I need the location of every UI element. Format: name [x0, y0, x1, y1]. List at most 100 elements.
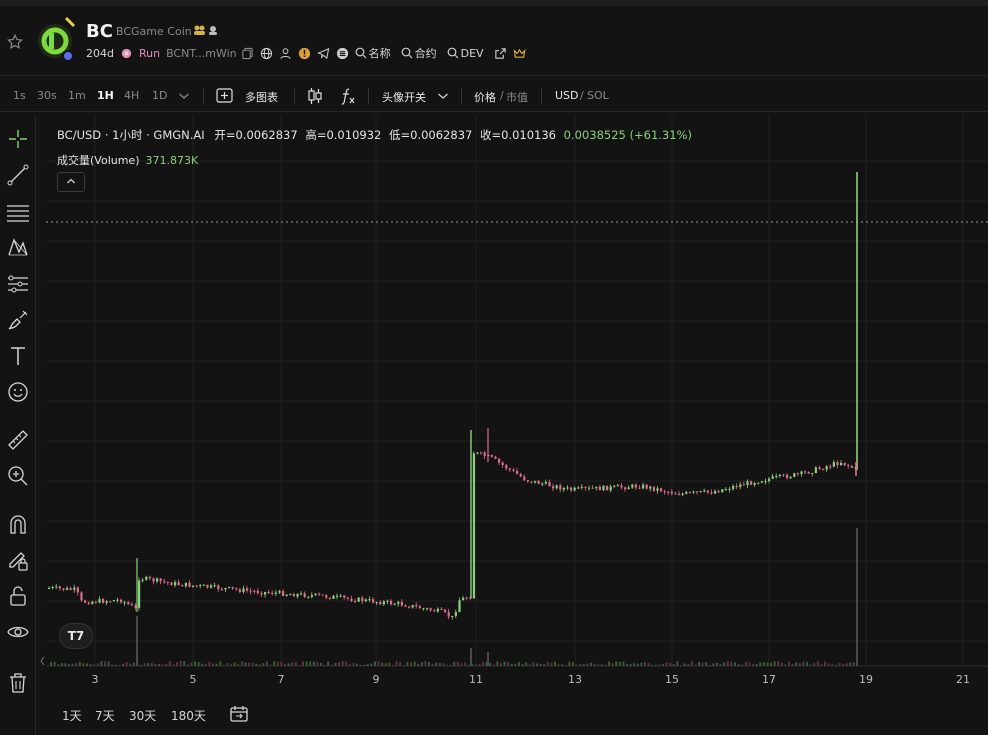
candle-body [102, 598, 105, 603]
crown-icon[interactable] [513, 47, 526, 60]
volume-bar [845, 663, 848, 666]
volume-bar [453, 661, 456, 666]
volume-bar [716, 662, 718, 666]
tradingview-logo[interactable]: T7 [59, 623, 93, 649]
candle-type-icon[interactable] [307, 87, 323, 105]
volume-bar [593, 663, 596, 666]
volume-bar [726, 661, 729, 666]
zoom-in-icon[interactable] [6, 464, 30, 488]
volume-bar [420, 662, 423, 666]
volume-bar [366, 664, 369, 666]
volume-label: 成交量(Volume) [57, 154, 140, 167]
copy-icon[interactable] [241, 47, 254, 60]
website-icon[interactable] [260, 47, 273, 60]
magnet-icon[interactable] [6, 512, 30, 536]
drawing-toolbar [0, 115, 36, 735]
volume-bar [525, 662, 528, 666]
crosshair-icon[interactable] [6, 127, 30, 151]
candle-body [537, 480, 540, 484]
unlock-icon[interactable] [6, 584, 30, 608]
volume-bar [57, 664, 60, 666]
volume-bar [672, 664, 675, 666]
volume-bar [766, 662, 769, 666]
volume-bar [503, 661, 506, 666]
volume-bar [82, 663, 85, 666]
search-dev-link[interactable]: DEV [447, 47, 484, 60]
emoji-icon[interactable] [6, 380, 30, 404]
brush-icon[interactable] [6, 308, 30, 332]
trend-line-icon[interactable] [6, 163, 30, 187]
range-180d-button[interactable]: 180天 [171, 707, 206, 724]
eye-icon[interactable] [6, 620, 30, 644]
candle-body [850, 465, 853, 468]
candle-body [213, 585, 216, 587]
collapse-legend-button[interactable] [57, 172, 85, 192]
range-1d-button[interactable]: 1天 [62, 707, 82, 724]
range-7d-button[interactable]: 7天 [95, 707, 115, 724]
currency-sol-toggle[interactable]: SOL [587, 89, 609, 102]
volume-bar [107, 661, 110, 666]
volume-bar [132, 662, 135, 666]
candle-body [606, 485, 609, 491]
contract-address[interactable]: BCNT...mWin [166, 47, 237, 60]
volume-bar [579, 664, 582, 666]
add-chart-icon[interactable] [216, 88, 233, 103]
avatar-toggle-button[interactable]: 头像开关 [382, 89, 426, 105]
candle-body [559, 485, 562, 490]
user-icon[interactable] [279, 47, 292, 60]
candle-body [674, 493, 677, 495]
candle-body [699, 491, 702, 493]
timeframe-30s[interactable]: 30s [37, 89, 57, 102]
volume-bar [460, 663, 463, 666]
candle-body [80, 592, 83, 601]
candle-body [436, 608, 439, 612]
currency-usd-toggle[interactable]: USD [555, 89, 579, 102]
candle-body [127, 602, 130, 605]
volume-bar [496, 661, 499, 666]
indicators-fx-icon[interactable] [340, 87, 356, 105]
candle-body [296, 593, 299, 597]
pattern-icon[interactable] [6, 235, 30, 259]
telegram-icon[interactable] [316, 47, 330, 60]
timeframe-1s[interactable]: 1s [13, 89, 26, 102]
ruler-icon[interactable] [6, 428, 30, 452]
candle-body [336, 595, 339, 597]
star-icon[interactable] [6, 33, 24, 51]
share-icon[interactable] [494, 47, 507, 60]
market-cap-toggle[interactable]: 市值 [506, 89, 528, 105]
volume-bar [118, 664, 121, 666]
token-logo [36, 16, 78, 62]
fib-retracement-icon[interactable] [6, 272, 30, 296]
timeframe-4h[interactable]: 4H [124, 89, 139, 102]
text-icon[interactable] [6, 344, 30, 368]
volume-bar [410, 662, 412, 666]
candle-body [624, 487, 627, 490]
candle-body [415, 605, 418, 607]
volume-bar [755, 663, 758, 666]
range-30d-button[interactable]: 30天 [129, 707, 156, 724]
horizontal-lines-icon[interactable] [6, 200, 30, 224]
multi-chart-button[interactable]: 多图表 [245, 89, 278, 105]
search-name-link[interactable]: 名称 [355, 45, 391, 61]
timeframe-1h[interactable]: 1H [97, 89, 114, 102]
menu-circle-icon[interactable] [336, 47, 349, 60]
candle-body [368, 599, 371, 601]
chevron-down-icon[interactable] [437, 91, 449, 101]
lock-drawing-icon[interactable] [6, 548, 30, 572]
candle-body [112, 600, 115, 602]
timeframe-1m[interactable]: 1m [68, 89, 86, 102]
volume-bar [820, 663, 823, 666]
warning-icon[interactable] [298, 47, 311, 60]
trash-icon[interactable] [6, 671, 30, 695]
candle-body [422, 608, 425, 610]
calendar-range-icon[interactable] [229, 704, 249, 724]
volume-bar [356, 663, 358, 666]
chevron-down-icon[interactable] [178, 91, 190, 101]
volume-bar [759, 662, 762, 666]
price-toggle[interactable]: 价格 [474, 89, 496, 105]
candle-body [602, 485, 605, 491]
search-contract-link[interactable]: 合约 [401, 45, 437, 61]
volume-bar [482, 662, 484, 666]
volume-bar [827, 663, 830, 666]
timeframe-1d[interactable]: 1D [152, 89, 167, 102]
